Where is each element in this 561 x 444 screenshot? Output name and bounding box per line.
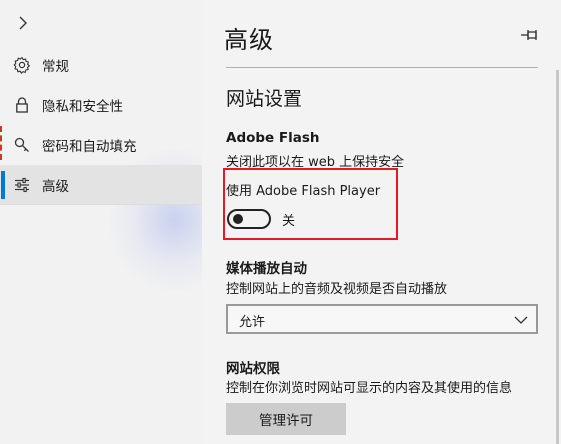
scrollbar[interactable] bbox=[556, 70, 559, 444]
page-title: 高级 bbox=[224, 26, 274, 54]
highlight-box bbox=[223, 168, 398, 240]
toggle-state-label: 关 bbox=[282, 214, 296, 229]
settings-window: 常规 隐私和安全性 密码和自动填充 高级 高级 网站设置 Adobe Flash… bbox=[0, 0, 561, 444]
sidebar-item-label: 密码和自动填充 bbox=[42, 139, 137, 155]
site-permissions-description: 控制在你浏览时网站可显示的内容及其使用的信息 bbox=[226, 381, 513, 396]
media-autoplay-heading: 媒体播放自动 bbox=[226, 261, 307, 277]
site-permissions-heading: 网站权限 bbox=[226, 361, 280, 377]
sidebar-item-passwords[interactable]: 密码和自动填充 bbox=[0, 125, 202, 165]
sidebar-item-privacy[interactable]: 隐私和安全性 bbox=[0, 85, 202, 125]
lock-icon bbox=[12, 95, 32, 115]
gear-icon bbox=[12, 55, 32, 75]
toggle-knob bbox=[233, 214, 243, 224]
autoplay-select-value: 允许 bbox=[239, 315, 266, 330]
flash-toggle-switch[interactable] bbox=[227, 209, 271, 229]
key-icon bbox=[12, 135, 32, 155]
pin-icon[interactable] bbox=[520, 27, 540, 43]
sidebar-item-general[interactable]: 常规 bbox=[0, 45, 202, 85]
sidebar: 常规 隐私和安全性 密码和自动填充 高级 bbox=[0, 0, 202, 444]
manage-permissions-button[interactable]: 管理许可 bbox=[226, 403, 346, 435]
website-settings-title: 网站设置 bbox=[226, 88, 303, 110]
title-divider bbox=[226, 67, 538, 68]
adobe-flash-heading: Adobe Flash bbox=[226, 130, 320, 146]
media-autoplay-description: 控制网站上的音频及视频是否自动播放 bbox=[226, 282, 448, 297]
advanced-settings-panel: 高级 网站设置 Adobe Flash 关闭此项以在 web 上保持安全 使用 … bbox=[202, 0, 561, 444]
autoplay-select[interactable]: 允许 bbox=[226, 304, 538, 334]
sidebar-item-advanced[interactable]: 高级 bbox=[0, 165, 202, 205]
sidebar-divider bbox=[0, 204, 202, 205]
flash-toggle-label: 使用 Adobe Flash Player bbox=[226, 184, 381, 199]
expand-chevron-icon[interactable] bbox=[14, 12, 32, 34]
sidebar-item-label: 高级 bbox=[42, 179, 69, 195]
chevron-down-icon bbox=[514, 312, 528, 326]
sliders-icon bbox=[12, 175, 32, 195]
sidebar-item-label: 隐私和安全性 bbox=[42, 99, 123, 115]
sidebar-item-label: 常规 bbox=[42, 59, 69, 75]
